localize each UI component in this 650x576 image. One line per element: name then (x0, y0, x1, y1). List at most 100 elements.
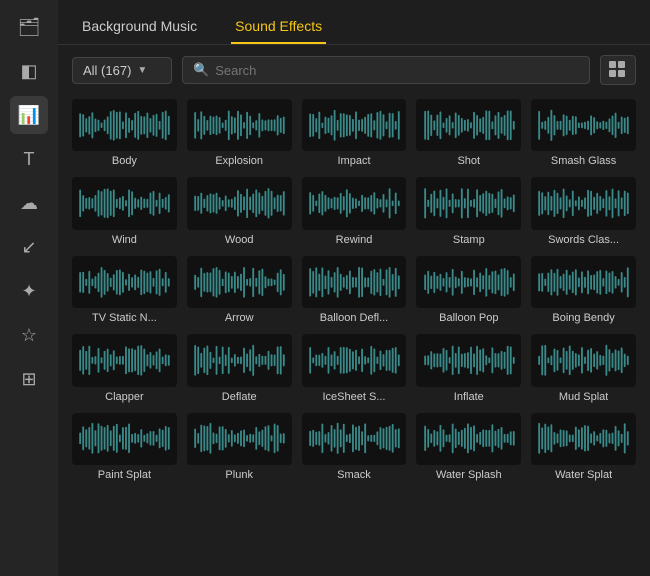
sound-label: Impact (337, 155, 370, 167)
sound-label: Balloon Defl... (320, 312, 388, 324)
sound-label: Wood (225, 234, 254, 246)
sound-thumbnail (416, 256, 521, 308)
sound-thumbnail (416, 99, 521, 151)
star-icon[interactable]: ☆ (10, 316, 48, 354)
sound-thumbnail (72, 177, 177, 229)
sound-label: Rewind (336, 234, 373, 246)
sound-item[interactable]: Paint Splat (72, 413, 177, 481)
sound-label: Wind (112, 234, 137, 246)
sound-thumbnail (72, 256, 177, 308)
sound-label: Paint Splat (98, 469, 151, 481)
folder-icon[interactable]: 🗂 (10, 8, 48, 46)
tab-sound-effects[interactable]: Sound Effects (231, 10, 326, 44)
layers-icon[interactable]: ◧ (10, 52, 48, 90)
sound-item[interactable]: Smash Glass (531, 99, 636, 167)
sound-label: TV Static N... (92, 312, 157, 324)
layout-icon[interactable]: ⊞ (10, 360, 48, 398)
sound-item[interactable]: Balloon Defl... (302, 256, 407, 324)
sound-thumbnail (531, 256, 636, 308)
arrow-icon[interactable]: ↙ (10, 228, 48, 266)
sound-thumbnail (416, 177, 521, 229)
sound-grid-area: Body Explosion Impact Shot Smash Glass Wind Wo… (58, 95, 650, 576)
sound-item[interactable]: Explosion (187, 99, 292, 167)
sound-item[interactable]: Rewind (302, 177, 407, 245)
sound-label: Plunk (225, 469, 253, 481)
sound-item[interactable]: Boing Bendy (531, 256, 636, 324)
sound-item[interactable]: Impact (302, 99, 407, 167)
tab-bg-music[interactable]: Background Music (78, 10, 201, 44)
sound-thumbnail (72, 99, 177, 151)
main-content: Background Music Sound Effects All (167) … (58, 0, 650, 576)
grid-icon (609, 61, 627, 79)
sound-item[interactable]: Smack (302, 413, 407, 481)
sound-item[interactable]: Arrow (187, 256, 292, 324)
sound-label: Swords Clas... (548, 234, 619, 246)
cloud-icon[interactable]: ☁ (10, 184, 48, 222)
sound-label: Water Splat (555, 469, 612, 481)
audio-icon[interactable]: 📊 (10, 96, 48, 134)
sound-thumbnail (187, 413, 292, 465)
sound-item[interactable]: TV Static N... (72, 256, 177, 324)
sound-label: Explosion (215, 155, 263, 167)
sound-thumbnail (302, 256, 407, 308)
sound-thumbnail (416, 334, 521, 386)
sound-grid: Body Explosion Impact Shot Smash Glass Wind Wo… (72, 99, 636, 481)
sound-label: Smack (337, 469, 371, 481)
sound-item[interactable]: IceSheet S... (302, 334, 407, 402)
sound-item[interactable]: Deflate (187, 334, 292, 402)
sound-label: Mud Splat (559, 391, 609, 403)
controls-bar: All (167) ▼ 🔍 (58, 45, 650, 95)
sound-item[interactable]: Swords Clas... (531, 177, 636, 245)
sound-label: Water Splash (436, 469, 502, 481)
sound-item[interactable]: Shot (416, 99, 521, 167)
sound-item[interactable]: Inflate (416, 334, 521, 402)
sound-thumbnail (531, 334, 636, 386)
sound-thumbnail (72, 334, 177, 386)
sound-label: Arrow (225, 312, 254, 324)
tab-bar: Background Music Sound Effects (58, 0, 650, 45)
sound-thumbnail (531, 177, 636, 229)
sound-label: Balloon Pop (439, 312, 498, 324)
sound-thumbnail (187, 177, 292, 229)
sound-label: IceSheet S... (323, 391, 386, 403)
sound-thumbnail (302, 99, 407, 151)
sound-label: Smash Glass (551, 155, 616, 167)
sound-label: Clapper (105, 391, 144, 403)
sound-thumbnail (531, 413, 636, 465)
dropdown-arrow-icon: ▼ (137, 65, 147, 76)
filter-label: All (167) (83, 63, 131, 78)
sound-label: Stamp (453, 234, 485, 246)
sound-thumbnail (531, 99, 636, 151)
sound-thumbnail (302, 413, 407, 465)
sound-thumbnail (302, 334, 407, 386)
grid-view-button[interactable] (600, 55, 636, 85)
sound-label: Inflate (454, 391, 484, 403)
sound-label: Boing Bendy (552, 312, 614, 324)
sound-label: Deflate (222, 391, 257, 403)
sidebar: 🗂 ◧ 📊 T ☁ ↙ ✦ ☆ ⊞ (0, 0, 58, 576)
sound-label: Body (112, 155, 137, 167)
sound-item[interactable]: Clapper (72, 334, 177, 402)
sound-item[interactable]: Water Splat (531, 413, 636, 481)
search-box: 🔍 (182, 56, 590, 84)
effects-icon[interactable]: ✦ (10, 272, 48, 310)
text-icon[interactable]: T (10, 140, 48, 178)
sound-thumbnail (416, 413, 521, 465)
sound-item[interactable]: Plunk (187, 413, 292, 481)
sound-item[interactable]: Wind (72, 177, 177, 245)
sound-item[interactable]: Wood (187, 177, 292, 245)
sound-item[interactable]: Body (72, 99, 177, 167)
sound-item[interactable]: Balloon Pop (416, 256, 521, 324)
sound-item[interactable]: Stamp (416, 177, 521, 245)
sound-item[interactable]: Mud Splat (531, 334, 636, 402)
sound-thumbnail (187, 334, 292, 386)
sound-thumbnail (187, 99, 292, 151)
sound-thumbnail (72, 413, 177, 465)
sound-item[interactable]: Water Splash (416, 413, 521, 481)
search-input[interactable] (215, 63, 579, 78)
sound-label: Shot (457, 155, 480, 167)
sound-thumbnail (302, 177, 407, 229)
sound-thumbnail (187, 256, 292, 308)
filter-dropdown[interactable]: All (167) ▼ (72, 57, 172, 84)
search-icon: 🔍 (193, 62, 209, 78)
